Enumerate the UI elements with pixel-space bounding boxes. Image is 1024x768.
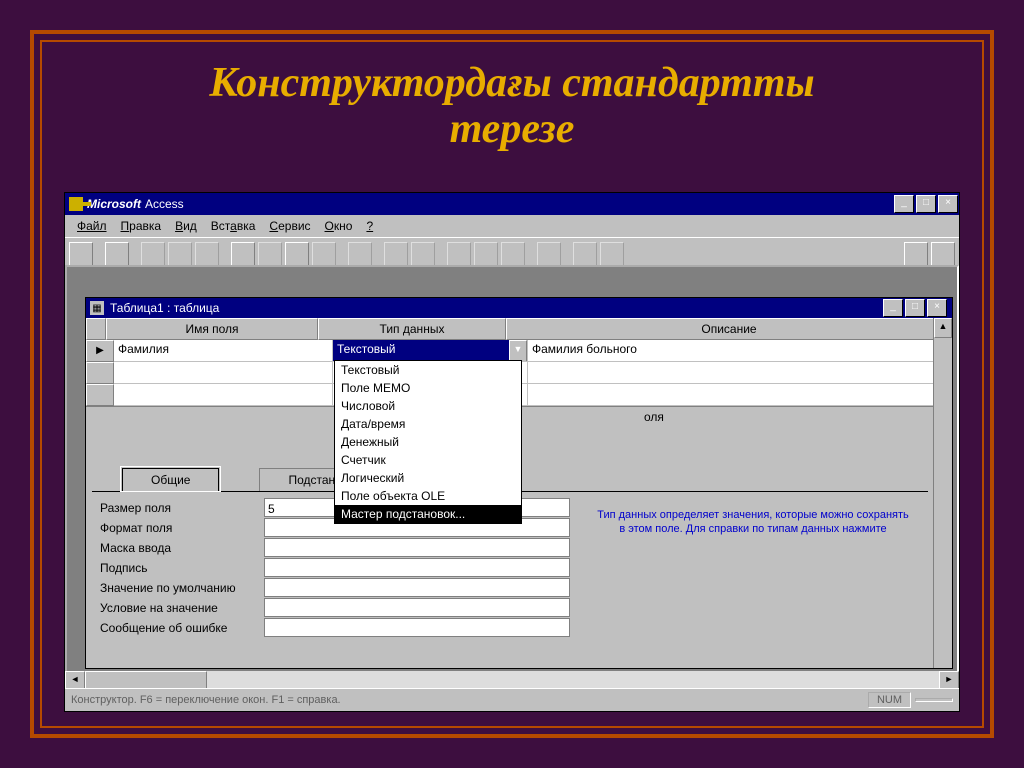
cell-name[interactable]: Фамилия — [114, 340, 333, 362]
vertical-scrollbar[interactable]: ▲ — [933, 318, 952, 668]
slide-frame: Конструктордағы стандартты терезе Micros… — [30, 30, 994, 738]
titlebar: Microsoft Access _ □ × — [65, 193, 959, 215]
menu-tools[interactable]: Сервис — [263, 217, 316, 235]
new-button[interactable] — [573, 242, 597, 266]
maximize-button[interactable]: □ — [916, 195, 936, 213]
menu-edit[interactable]: Правка — [115, 217, 168, 235]
dropdown-option[interactable]: Поле объекта OLE — [335, 487, 521, 505]
section-label: оля — [636, 407, 952, 429]
child-titlebar: ▦ Таблица1 : таблица _ □ × — [86, 298, 952, 318]
app-brand: Microsoft — [87, 197, 141, 211]
dropdown-option[interactable]: Логический — [335, 469, 521, 487]
menubar: Файл Правка Вид Вставка Сервис Окно ? — [65, 215, 959, 237]
num-indicator: NUM — [868, 692, 911, 708]
statusbar: Конструктор. F6 = переключение окон. F1 … — [65, 688, 959, 711]
close-button[interactable]: × — [938, 195, 958, 213]
title-line1: Конструктордағы стандартты — [209, 60, 814, 106]
cell-name[interactable] — [114, 384, 333, 406]
dropdown-option-selected[interactable]: Мастер подстановок... — [335, 505, 521, 523]
preview-button[interactable] — [168, 242, 192, 266]
copy-button[interactable] — [258, 242, 282, 266]
child-maximize[interactable]: □ — [905, 299, 925, 317]
window-controls: _ □ × — [893, 193, 959, 215]
slide-inner: Конструктордағы стандартты терезе Micros… — [40, 40, 984, 728]
cut-button[interactable] — [231, 242, 255, 266]
menu-window[interactable]: Окно — [319, 217, 359, 235]
print-button[interactable] — [141, 242, 165, 266]
tab-general[interactable]: Общие — [122, 468, 219, 491]
key-icon — [69, 197, 83, 211]
row-selector[interactable]: ▶ — [86, 340, 114, 362]
status-text: Конструктор. F6 = переключение окон. F1 … — [71, 694, 341, 706]
status-pad — [915, 698, 953, 702]
undo-button[interactable] — [348, 242, 372, 266]
sort-desc-button[interactable] — [411, 242, 435, 266]
delete-button[interactable] — [600, 242, 624, 266]
paste-button[interactable] — [285, 242, 309, 266]
cell-type[interactable]: Текстовый ▼ — [333, 340, 528, 362]
minimize-button[interactable]: _ — [894, 195, 914, 213]
child-title: Таблица1 : таблица — [110, 301, 219, 315]
prop-value[interactable] — [264, 578, 570, 597]
table-window: ▦ Таблица1 : таблица _ □ × Имя поля Тип … — [85, 297, 953, 669]
cell-desc[interactable] — [528, 362, 952, 384]
title-line2: терезе — [450, 106, 575, 152]
cell-desc[interactable]: Фамилия больного — [528, 340, 952, 362]
dropdown-option[interactable]: Текстовый — [335, 361, 521, 379]
type-dropdown[interactable]: Текстовый Поле МЕМО Числовой Дата/время … — [334, 360, 522, 524]
prop-row[interactable]: Маска ввода — [100, 538, 570, 558]
help-button[interactable] — [931, 242, 955, 266]
filter1-button[interactable] — [447, 242, 471, 266]
find-button[interactable] — [537, 242, 561, 266]
grid-header: Имя поля Тип данных Описание — [86, 318, 952, 340]
scroll-left-icon[interactable]: ◄ — [65, 671, 85, 689]
view-button[interactable] — [69, 242, 93, 266]
db-window-button[interactable] — [904, 242, 928, 266]
format-button[interactable] — [312, 242, 336, 266]
child-close[interactable]: × — [927, 299, 947, 317]
table-icon: ▦ — [90, 301, 104, 315]
cell-name[interactable] — [114, 362, 333, 384]
app-name: Access — [145, 197, 184, 211]
prop-row[interactable]: Сообщение об ошибке — [100, 618, 570, 638]
scroll-thumb[interactable] — [85, 671, 207, 689]
dropdown-option[interactable]: Дата/время — [335, 415, 521, 433]
child-minimize[interactable]: _ — [883, 299, 903, 317]
row-selector[interactable] — [86, 384, 114, 406]
scroll-up-icon[interactable]: ▲ — [934, 318, 952, 338]
horizontal-scrollbar[interactable]: ◄ ► — [65, 671, 959, 689]
cell-desc[interactable] — [528, 384, 952, 406]
filter3-button[interactable] — [501, 242, 525, 266]
prop-value[interactable] — [264, 598, 570, 617]
prop-value[interactable] — [264, 538, 570, 557]
table-row[interactable]: ▶ Фамилия Текстовый ▼ Фамилия больного — [86, 340, 952, 362]
prop-value[interactable] — [264, 558, 570, 577]
row-selector[interactable] — [86, 362, 114, 384]
dropdown-option[interactable]: Поле МЕМО — [335, 379, 521, 397]
workspace: ▦ Таблица1 : таблица _ □ × Имя поля Тип … — [65, 265, 959, 689]
dropdown-option[interactable]: Денежный — [335, 433, 521, 451]
header-name[interactable]: Имя поля — [106, 318, 318, 340]
prop-row[interactable]: Условие на значение — [100, 598, 570, 618]
filter2-button[interactable] — [474, 242, 498, 266]
save-button[interactable] — [105, 242, 129, 266]
help-text: Тип данных определяет значения, которые … — [586, 498, 920, 626]
slide-title: Конструктордағы стандартты терезе — [42, 42, 982, 166]
dropdown-option[interactable]: Счетчик — [335, 451, 521, 469]
prop-row[interactable]: Значение по умолчанию — [100, 578, 570, 598]
sort-asc-button[interactable] — [384, 242, 408, 266]
menu-help[interactable]: ? — [360, 217, 379, 235]
prop-row[interactable]: Подпись — [100, 558, 570, 578]
scroll-right-icon[interactable]: ► — [939, 671, 959, 689]
menu-insert[interactable]: Вставка — [205, 217, 262, 235]
app-window: Microsoft Access _ □ × Файл Правка Вид В… — [64, 192, 960, 712]
header-type[interactable]: Тип данных — [318, 318, 506, 340]
prop-value[interactable] — [264, 618, 570, 637]
menu-file[interactable]: Файл — [71, 217, 113, 235]
spell-button[interactable] — [195, 242, 219, 266]
dropdown-button[interactable]: ▼ — [509, 340, 527, 362]
header-desc[interactable]: Описание — [506, 318, 952, 340]
menu-view[interactable]: Вид — [169, 217, 203, 235]
dropdown-option[interactable]: Числовой — [335, 397, 521, 415]
